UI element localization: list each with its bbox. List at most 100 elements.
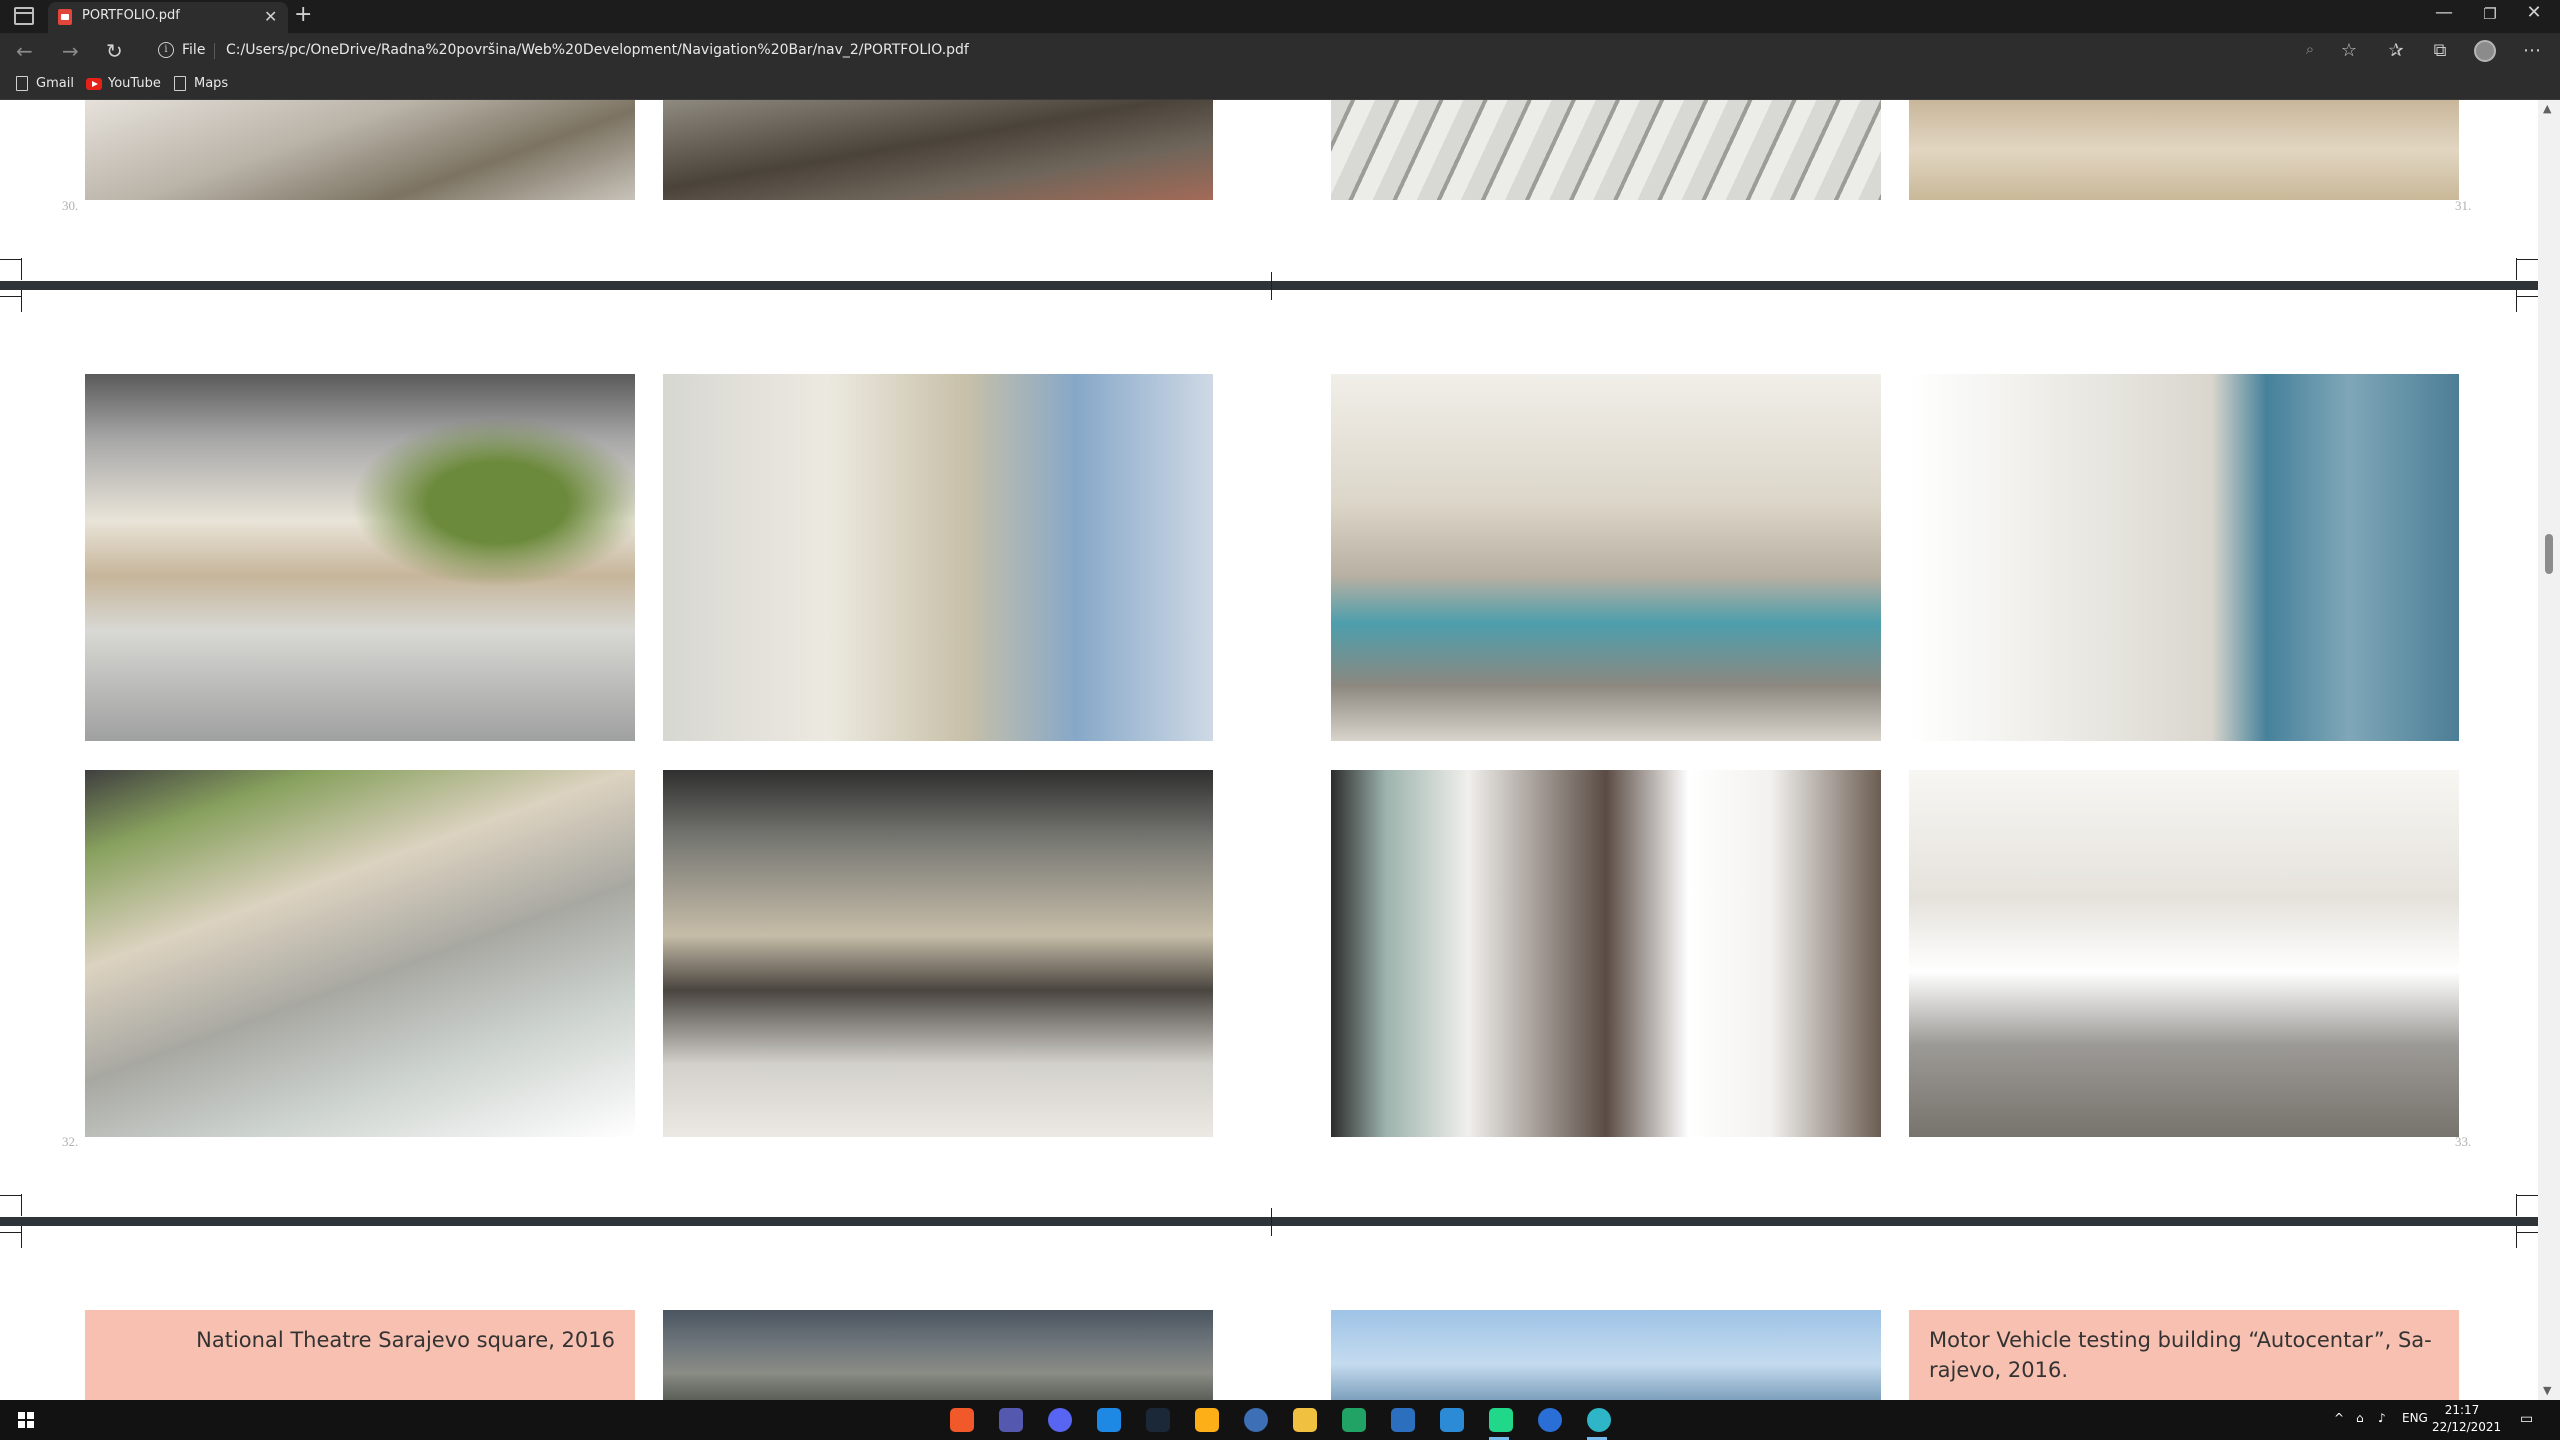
file-explorer-icon[interactable] [1293, 1408, 1317, 1432]
photo-autocentar [1331, 1310, 1881, 1400]
photo-glass-table [1331, 100, 1881, 200]
brave-icon[interactable] [950, 1408, 974, 1432]
photo-lounge-chair [85, 100, 635, 200]
photo-wood-interior [1909, 100, 2459, 200]
page-number: 33. [2455, 1134, 2472, 1149]
new-tab-icon[interactable]: + [294, 2, 312, 27]
more-options-icon[interactable]: ⋯ [2519, 40, 2545, 61]
caption-theatre: National Theatre Sarajevo square, 2016 [196, 1328, 615, 1352]
crop-mark [2516, 1232, 2538, 1233]
crop-mark [0, 1195, 22, 1196]
crop-mark [21, 1194, 22, 1216]
file-label: File [182, 42, 206, 58]
pdf-viewer[interactable]: 30. 31. 32. 33. National Theatre Sarajev… [0, 100, 2560, 1400]
volume-icon[interactable]: ♪ [2378, 1411, 2386, 1425]
r-icon[interactable] [1538, 1408, 1562, 1432]
photo-mall-glass-facade [663, 374, 1213, 741]
scroll-up-icon[interactable]: ▲ [2543, 102, 2551, 115]
crop-mark [0, 259, 22, 260]
info-icon[interactable]: i [158, 42, 174, 58]
language-indicator[interactable]: ENG [2402, 1411, 2428, 1425]
pdf-icon [58, 9, 72, 25]
photo-theatre-square [663, 1310, 1213, 1400]
crop-mark [2516, 1194, 2517, 1216]
favorites-icon[interactable]: ✰ [2383, 40, 2409, 61]
windows-taskbar: ^ ⌂ ♪ ENG 21:17 22/12/2021 ▭ [0, 1400, 2560, 1440]
edge-icon[interactable] [1587, 1408, 1611, 1432]
tab-portfolio-pdf[interactable]: PORTFOLIO.pdf ✕ [48, 2, 288, 33]
reload-icon[interactable]: ↻ [106, 39, 123, 63]
photo-dining-room [1909, 770, 2459, 1137]
caption-autocentar: Motor Vehicle testing building “Autocent… [1929, 1328, 2432, 1382]
crop-mark [1271, 1208, 1272, 1236]
windows-start-icon[interactable] [18, 1412, 34, 1428]
crop-mark [2516, 1195, 2538, 1196]
crop-mark [0, 296, 22, 297]
window-menu-icon[interactable] [14, 7, 34, 25]
page-number: 31. [2455, 198, 2472, 213]
page-separator [0, 281, 2538, 290]
app-icon[interactable] [1097, 1408, 1121, 1432]
crop-mark [21, 1226, 22, 1248]
photo-cushions [663, 100, 1213, 200]
caption-box-theatre: National Theatre Sarajevo square, 2016 [85, 1310, 635, 1400]
crop-mark [0, 1232, 22, 1233]
clock-date: 22/12/2021 [2432, 1420, 2502, 1434]
back-icon[interactable]: ← [16, 39, 33, 63]
network-icon[interactable]: ⌂ [2356, 1411, 2364, 1425]
minimize-icon[interactable]: — [2424, 2, 2464, 23]
photo-mall-corridor [85, 770, 635, 1137]
crop-mark [21, 290, 22, 312]
rockstar-icon[interactable] [1195, 1408, 1219, 1432]
notification-icon[interactable]: ▭ [2520, 1411, 2533, 1427]
bookmarks-bar: Gmail YouTube Maps [0, 69, 2560, 100]
forward-icon[interactable]: → [62, 39, 79, 63]
add-favorite-icon[interactable]: ☆ [2336, 40, 2362, 61]
photo-bathroom [1909, 374, 2459, 741]
close-tab-icon[interactable]: ✕ [264, 7, 277, 26]
doc-icon [174, 76, 186, 91]
crop-mark [1271, 272, 1272, 300]
crop-mark [2516, 296, 2538, 297]
crop-mark [2516, 290, 2517, 312]
crop-mark [2516, 258, 2517, 280]
profile-avatar[interactable] [2474, 40, 2496, 62]
mail-icon[interactable] [1391, 1408, 1415, 1432]
vscode-icon[interactable] [1440, 1408, 1464, 1432]
photo-mall-atrium-cafe [85, 374, 635, 741]
address-bar: ← → ↻ i File C:/Users/pc/OneDrive/Radna%… [0, 33, 2560, 69]
app-icon[interactable] [1244, 1408, 1268, 1432]
bookmark-gmail[interactable]: Gmail [36, 76, 74, 91]
vertical-scrollbar[interactable]: ▲ ▼ [2538, 100, 2560, 1400]
page-separator [0, 1217, 2538, 1226]
chevron-up-icon[interactable]: ^ [2334, 1411, 2344, 1425]
url-input[interactable]: C:/Users/pc/OneDrive/Radna%20površina/We… [226, 42, 969, 58]
app-icon[interactable] [1342, 1408, 1366, 1432]
collections-icon[interactable]: ⧉ [2427, 40, 2453, 61]
photo-mall-escalator [663, 770, 1213, 1137]
bookmark-youtube[interactable]: YouTube [108, 76, 161, 91]
steam-icon[interactable] [1146, 1408, 1170, 1432]
restore-icon[interactable]: ❐ [2470, 5, 2510, 23]
close-window-icon[interactable]: ✕ [2514, 2, 2554, 23]
page-number: 30. [62, 198, 79, 213]
clock[interactable]: 21:17 22/12/2021 [2432, 1402, 2502, 1436]
zoom-icon[interactable]: ⌕ [2297, 40, 2323, 58]
caption-box-autocentar: Motor Vehicle testing building “Autocent… [1909, 1310, 2459, 1400]
crop-mark [2516, 1226, 2517, 1248]
tab-title: PORTFOLIO.pdf [82, 8, 180, 23]
doc-icon [16, 76, 28, 91]
photo-living-room [1331, 374, 1881, 741]
bookmark-maps[interactable]: Maps [194, 76, 228, 91]
teams-icon[interactable] [999, 1408, 1023, 1432]
discord-icon[interactable] [1048, 1408, 1072, 1432]
crop-mark [2516, 259, 2538, 260]
screen: PORTFOLIO.pdf ✕ + — ❐ ✕ ← → ↻ i File C:/… [0, 0, 2560, 1440]
page-number: 32. [62, 1134, 79, 1149]
scroll-down-icon[interactable]: ▼ [2543, 1384, 2551, 1397]
clock-time: 21:17 [2444, 1403, 2480, 1417]
scroll-thumb[interactable] [2545, 534, 2553, 574]
crop-mark [21, 258, 22, 280]
pycharm-icon[interactable] [1489, 1408, 1513, 1432]
address-separator [214, 43, 215, 59]
